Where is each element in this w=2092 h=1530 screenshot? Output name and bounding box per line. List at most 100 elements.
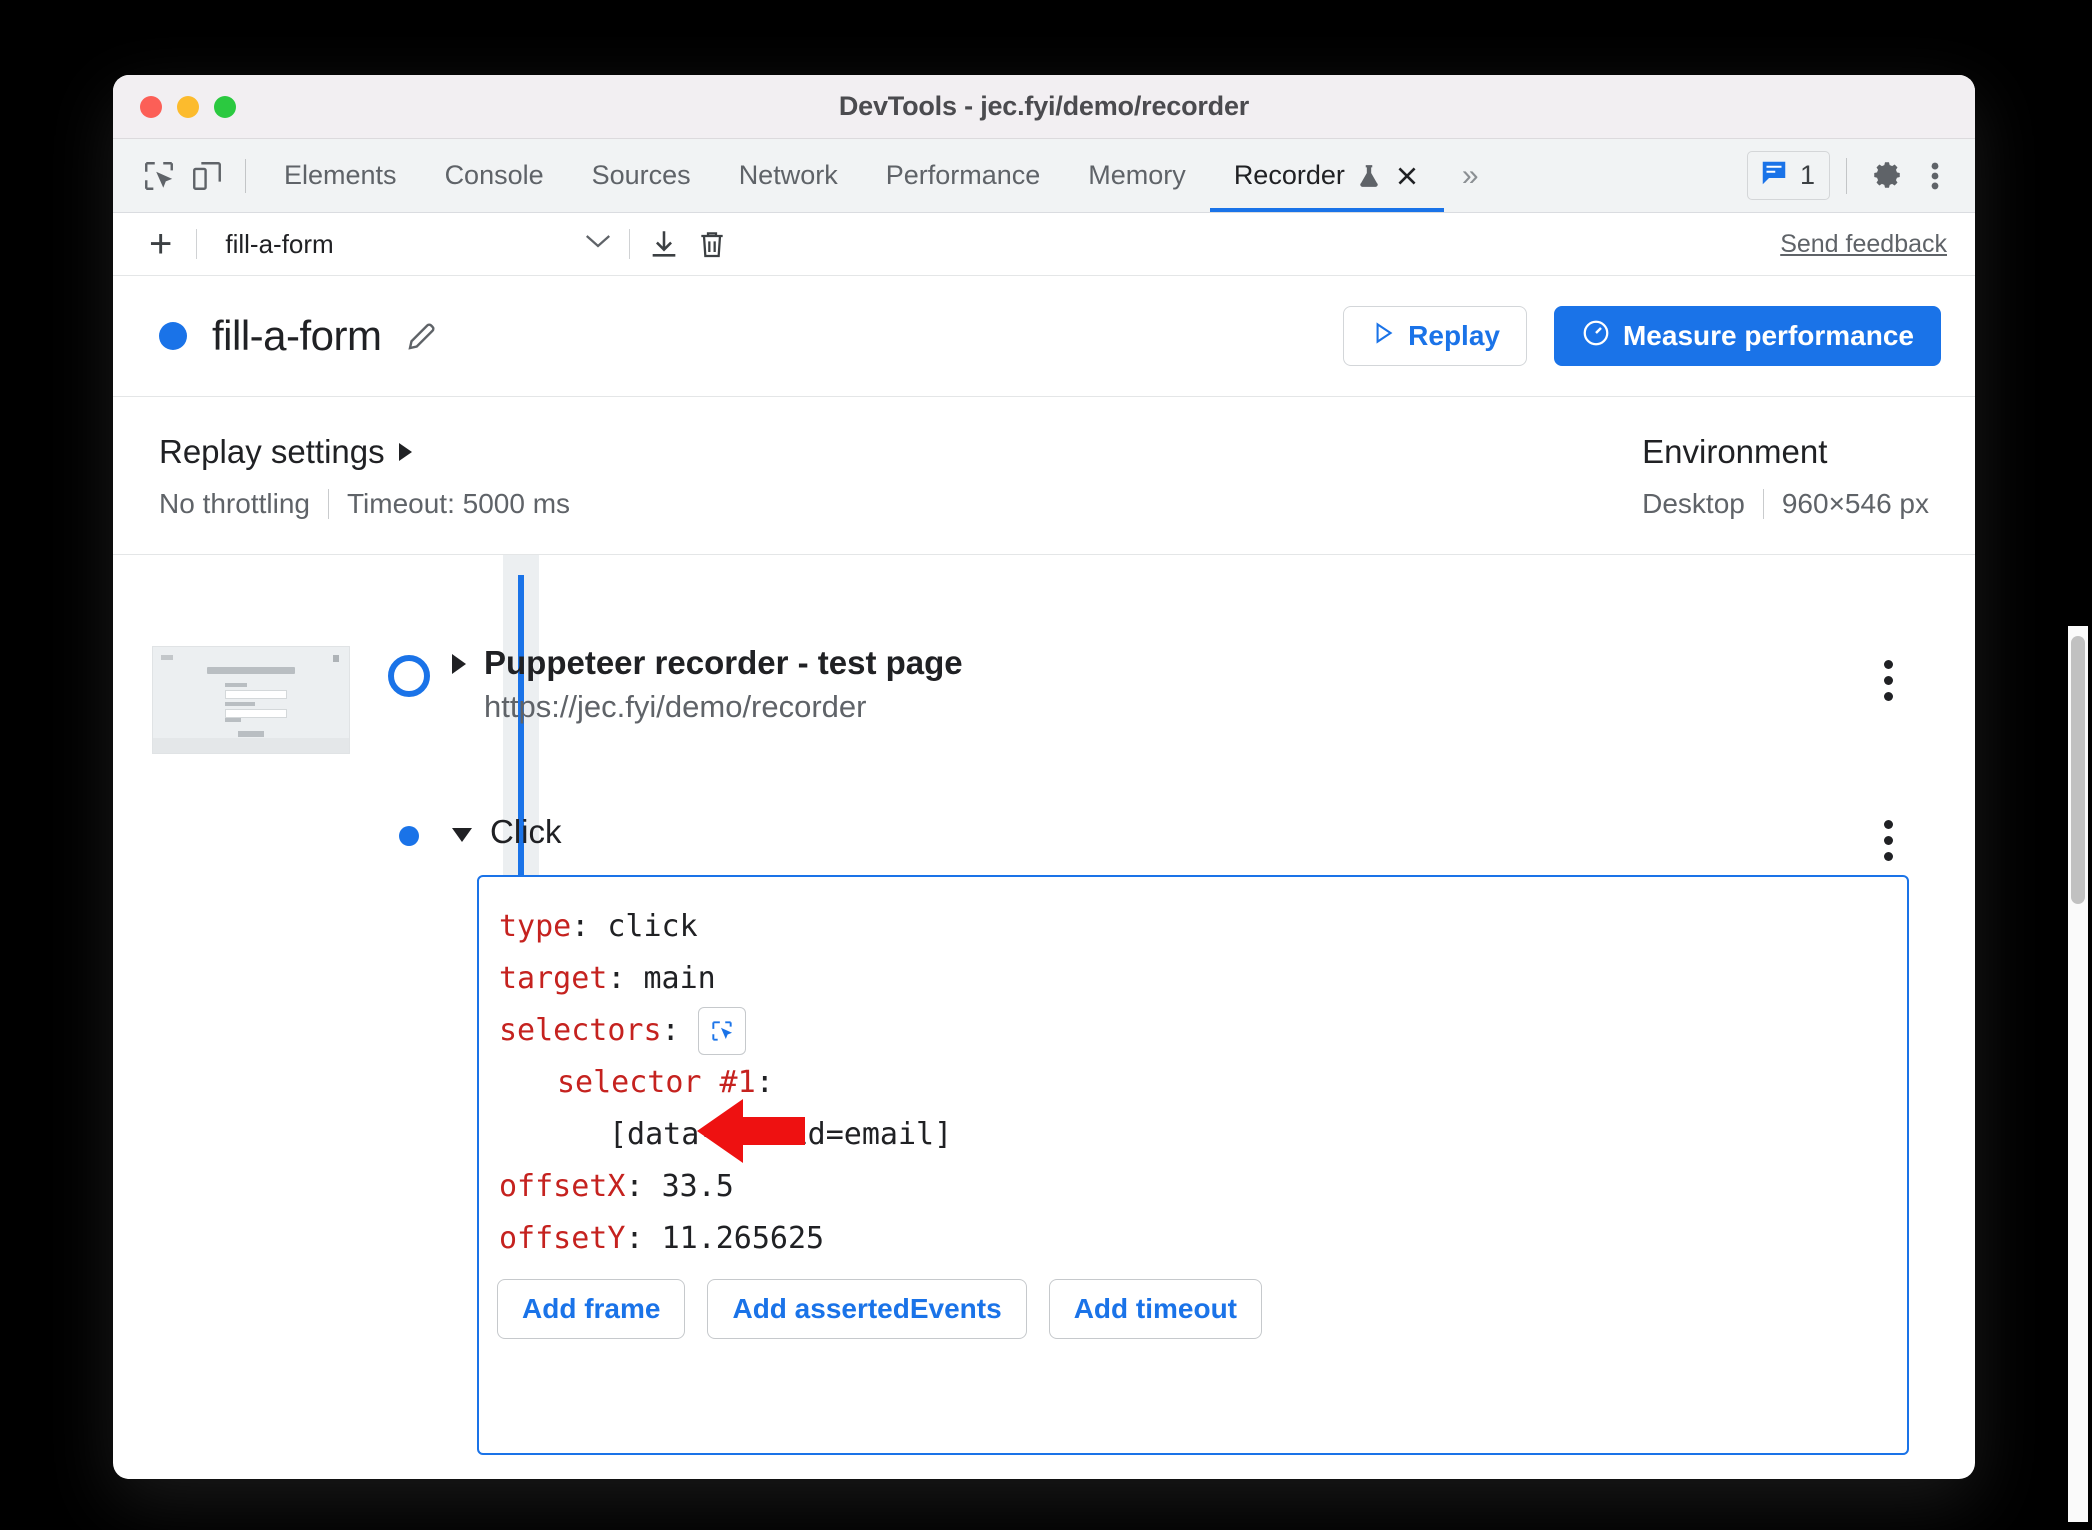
device-value: Desktop	[1642, 488, 1745, 519]
tab-label: Network	[738, 160, 838, 190]
annotation-arrow-icon	[697, 1095, 807, 1167]
console-message-icon	[1759, 158, 1789, 193]
tab-label: Sources	[591, 160, 691, 190]
tab-label: Console	[444, 160, 544, 190]
replay-settings-toggle[interactable]: Replay settings	[159, 433, 570, 471]
throttling-value: No throttling	[159, 488, 310, 519]
code-key: target	[499, 961, 608, 996]
recording-status-dot	[159, 322, 187, 350]
window-title: DevTools - jec.fyi/demo/recorder	[838, 91, 1250, 121]
recorder-toolbar-divider	[196, 229, 198, 259]
step-row-navigate[interactable]: Puppeteer recorder - test page https://j…	[452, 642, 1972, 725]
tab-performance[interactable]: Performance	[862, 139, 1065, 212]
step-menu-icon-click[interactable]	[1884, 820, 1893, 861]
timeline-node-start	[388, 655, 430, 697]
tab-label: Memory	[1088, 160, 1186, 190]
tab-elements[interactable]: Elements	[260, 139, 421, 212]
thumbnail-label-2	[225, 702, 255, 706]
download-icon[interactable]	[640, 220, 688, 268]
triangle-down-icon[interactable]	[452, 828, 472, 842]
add-property-buttons: Add frame Add assertedEvents Add timeout	[479, 1279, 1907, 1339]
code-colon: :	[661, 1013, 680, 1048]
screenshot-stage: DevTools - jec.fyi/demo/recorder Element…	[0, 0, 2092, 1530]
code-key: selectors	[499, 1013, 662, 1048]
recording-selector[interactable]: fill-a-form	[207, 229, 619, 260]
kebab-menu-icon[interactable]	[1911, 152, 1959, 200]
settings-strip: Replay settings No throttling Timeout: 5…	[113, 397, 1975, 555]
code-value: main	[643, 961, 716, 996]
thumbnail-label-3	[225, 718, 241, 722]
steps-scrollbar-thumb[interactable]	[2071, 636, 2085, 904]
measure-performance-button[interactable]: Measure performance	[1553, 306, 1941, 366]
performance-gauge-icon	[1581, 318, 1611, 355]
timeline-node-step	[390, 817, 428, 855]
replay-settings-values: No throttling Timeout: 5000 ms	[159, 488, 570, 520]
timeline-node-dot	[399, 826, 419, 846]
replay-settings-label: Replay settings	[159, 433, 385, 470]
thumbnail-footer	[153, 738, 349, 753]
send-feedback-link[interactable]: Send feedback	[1780, 230, 1953, 259]
replay-label: Replay	[1408, 320, 1500, 351]
code-value: 11.265625	[661, 1221, 825, 1256]
step-url: https://jec.fyi/demo/recorder	[484, 689, 867, 725]
code-line-selector1: selector #1:	[479, 1057, 1907, 1109]
recorder-toolbar-divider-2	[629, 229, 631, 259]
console-messages-badge[interactable]: 1	[1746, 151, 1830, 200]
tab-label: Elements	[284, 160, 397, 190]
toolbar-divider-2	[1846, 157, 1847, 194]
triangle-right-icon	[398, 443, 412, 461]
tab-console[interactable]: Console	[421, 139, 568, 212]
thumbnail-topleft-mark	[161, 655, 173, 660]
code-line-target: target: main	[479, 953, 1907, 1005]
trash-icon[interactable]	[688, 220, 736, 268]
tab-memory[interactable]: Memory	[1064, 139, 1210, 212]
device-toolbar-icon[interactable]	[183, 152, 231, 200]
pencil-icon[interactable]	[404, 318, 440, 354]
environment-values: Desktop 960×546 px	[1642, 488, 1929, 520]
code-colon: :	[607, 961, 644, 996]
create-recording-button[interactable]: +	[135, 224, 186, 264]
triangle-right-icon[interactable]	[452, 654, 466, 674]
tab-recorder[interactable]: Recorder	[1209, 139, 1444, 212]
code-key: offsetY	[499, 1221, 626, 1256]
step-row-click[interactable]: Click	[452, 812, 562, 852]
step-details-code[interactable]: type: click target: main selectors: sele…	[477, 875, 1909, 1455]
step-title-click: Click	[490, 813, 562, 850]
step-title: Puppeteer recorder - test page	[484, 644, 963, 681]
window-titlebar: DevTools - jec.fyi/demo/recorder	[113, 75, 1975, 139]
recording-selector-value: fill-a-form	[225, 228, 334, 259]
more-tabs-icon[interactable]: »	[1444, 159, 1492, 193]
tab-label: Recorder	[1233, 160, 1345, 190]
step-menu-icon-navigate[interactable]	[1884, 660, 1893, 701]
thumbnail-submit	[238, 731, 264, 737]
message-count: 1	[1799, 160, 1815, 190]
gear-icon[interactable]	[1863, 152, 1911, 200]
thumbnail-label-1	[225, 683, 247, 687]
code-value: 33.5	[661, 1169, 734, 1204]
thumbnail-input-2	[225, 709, 287, 718]
recorder-toolbar: + fill-a-form Send feedback	[113, 213, 1975, 276]
close-icon[interactable]	[1394, 163, 1420, 189]
value-divider	[327, 489, 329, 519]
toolbar-divider	[245, 158, 246, 193]
viewport-value: 960×546 px	[1781, 488, 1929, 519]
recording-header: fill-a-form Replay Measure performance	[113, 276, 1975, 397]
tab-label: Performance	[885, 160, 1041, 190]
replay-button[interactable]: Replay	[1343, 306, 1527, 366]
select-element-icon[interactable]	[697, 1007, 746, 1055]
code-colon: :	[625, 1221, 662, 1256]
flask-icon	[1356, 161, 1382, 191]
add-frame-button[interactable]: Add frame	[497, 1279, 686, 1339]
code-key: offsetX	[499, 1169, 626, 1204]
measure-performance-label: Measure performance	[1622, 320, 1914, 351]
code-colon: :	[625, 1169, 662, 1204]
add-assertedevents-button[interactable]: Add assertedEvents	[707, 1279, 1027, 1339]
devtools-tabbar: Elements Console Sources Network Perform…	[113, 139, 1975, 213]
inspect-element-icon[interactable]	[135, 152, 183, 200]
recording-actions: Replay Measure performance	[1343, 306, 1941, 366]
code-key: type	[499, 909, 572, 944]
code-line-type: type: click	[479, 901, 1907, 953]
add-timeout-button[interactable]: Add timeout	[1048, 1279, 1262, 1339]
tab-network[interactable]: Network	[715, 139, 862, 212]
tab-sources[interactable]: Sources	[568, 139, 715, 212]
